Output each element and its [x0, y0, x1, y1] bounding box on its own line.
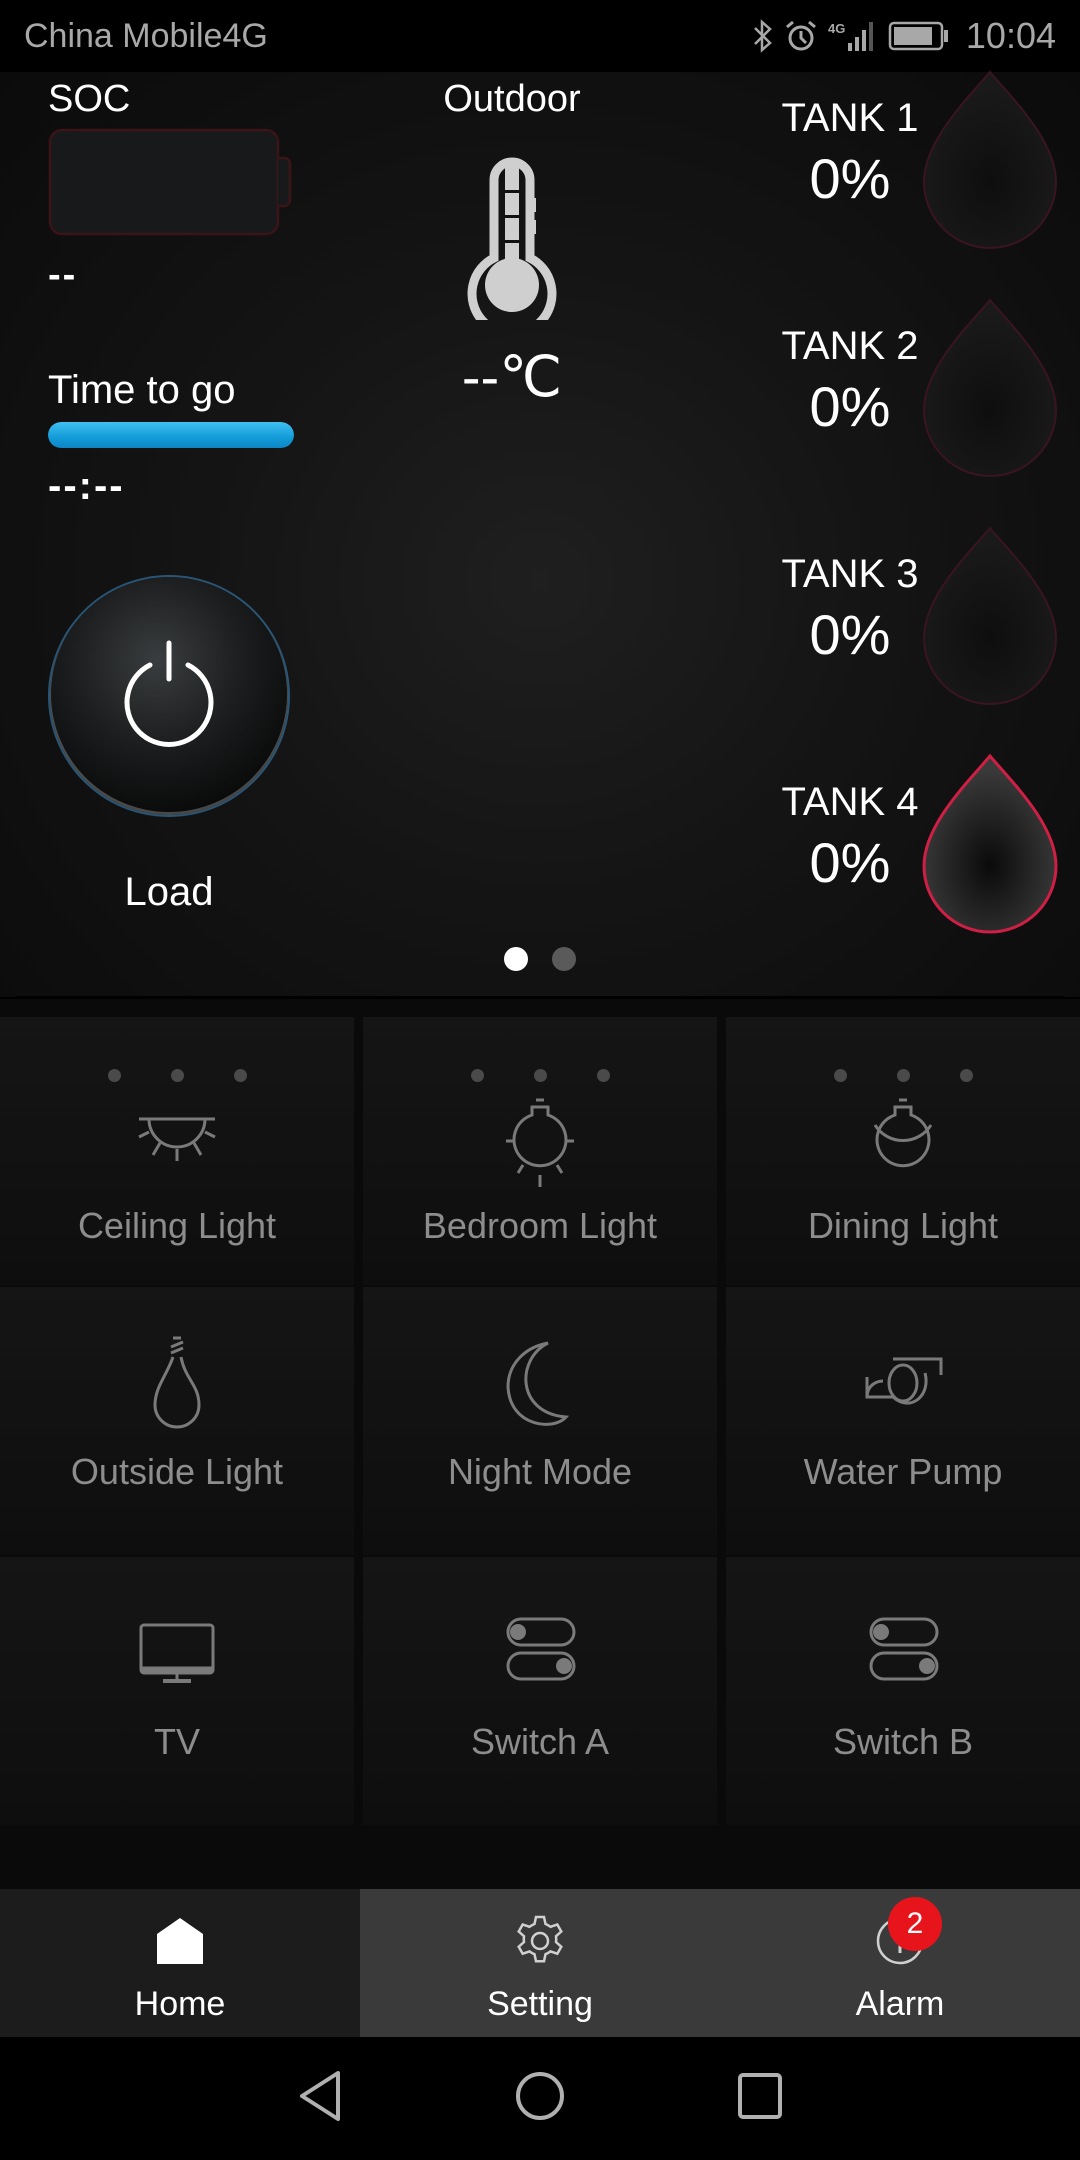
device-label: Ceiling Light [77, 1205, 277, 1246]
device-tile-water-pump[interactable]: Water Pump [726, 1287, 1080, 1555]
device-grid: Ceiling Light Bedroom Light Dining Light… [0, 999, 1080, 1889]
time-to-go-bar [48, 422, 294, 448]
device-tile-tv[interactable]: TV [0, 1557, 354, 1825]
tank-level: 0% [809, 603, 891, 666]
tank-3[interactable]: TANK 3 0% [740, 526, 1080, 752]
power-icon [124, 640, 214, 747]
soc-battery-gauge [48, 128, 292, 236]
tank-name: TANK 2 [781, 324, 919, 368]
time-to-go-label: Time to go [48, 368, 236, 412]
water-drop-icon [922, 526, 1058, 705]
toggle-switch-icon [506, 1617, 576, 1681]
water-drop-icon [922, 70, 1058, 249]
clock: 10:04 [965, 15, 1056, 56]
tank-name: TANK 1 [781, 96, 919, 140]
device-tile-outside-light[interactable]: Outside Light [0, 1287, 354, 1555]
tab-setting[interactable]: Setting [360, 1889, 720, 2037]
outdoor-temperature: --℃ [461, 345, 563, 408]
tank-2[interactable]: TANK 2 0% [740, 298, 1080, 524]
page-indicator [0, 947, 1080, 971]
circle-home-icon [516, 2072, 564, 2120]
device-tile-night-mode[interactable]: Night Mode [363, 1287, 717, 1555]
device-label: Switch B [832, 1721, 974, 1762]
device-label: Outside Light [70, 1451, 284, 1492]
carrier-name: China Mobile4G [24, 16, 268, 55]
thermometer-icon [467, 157, 557, 320]
tank-name: TANK 4 [781, 780, 919, 824]
brightness-dots[interactable] [0, 1069, 354, 1082]
device-tile-ceiling-light[interactable]: Ceiling Light [0, 1017, 354, 1285]
battery-icon [888, 21, 950, 51]
load-label: Load [124, 870, 214, 914]
tab-home[interactable]: Home [0, 1889, 360, 2037]
device-label: Bedroom Light [422, 1205, 658, 1246]
tab-label: Setting [487, 1985, 593, 2023]
device-tile-switch-a[interactable]: Switch A [363, 1557, 717, 1825]
tab-label: Alarm [855, 1985, 945, 2023]
alarm-count-badge: 2 [888, 1897, 942, 1951]
load-power-button[interactable] [50, 577, 288, 815]
home-icon [157, 1918, 203, 1964]
square-recents-icon [738, 2073, 782, 2119]
gear-icon [517, 1915, 563, 1963]
device-label: Switch A [470, 1721, 610, 1762]
dashboard-panel[interactable]: SOC -- Time to go --:-- Load Outdoor --℃… [0, 70, 1080, 997]
ceiling-light-icon [138, 1117, 216, 1161]
tank-name: TANK 3 [781, 552, 919, 596]
tank-level: 0% [809, 831, 891, 894]
time-to-go-fill [48, 422, 294, 448]
system-nav-bar [0, 2037, 1080, 2160]
back-icon [300, 2071, 340, 2121]
tank-level: 0% [809, 147, 891, 210]
home-system-button[interactable] [514, 2070, 566, 2127]
back-button[interactable] [296, 2069, 344, 2128]
outside-bulb-icon [153, 1336, 201, 1429]
device-tile-bedroom-light[interactable]: Bedroom Light [363, 1017, 717, 1285]
pendant-bulb-icon [873, 1098, 933, 1168]
signal-icon: 4G [828, 19, 878, 53]
alarm-clock-icon [784, 19, 818, 53]
recents-button[interactable] [736, 2071, 784, 2126]
tv-icon [139, 1623, 215, 1683]
device-label: Water Pump [803, 1451, 1003, 1492]
page-dot-active[interactable] [504, 947, 528, 971]
brightness-dots[interactable] [363, 1069, 717, 1082]
moon-icon [506, 1341, 570, 1426]
water-drop-icon [922, 298, 1058, 477]
bluetooth-icon [752, 19, 774, 53]
device-tile-dining-light[interactable]: Dining Light [726, 1017, 1080, 1285]
device-tile-switch-b[interactable]: Switch B [726, 1557, 1080, 1825]
page-dot[interactable] [552, 947, 576, 971]
pump-icon [865, 1357, 943, 1405]
outdoor-label: Outdoor [443, 78, 581, 120]
tank-1[interactable]: TANK 1 0% [740, 70, 1080, 296]
device-label: Night Mode [447, 1451, 633, 1492]
toggle-switch-icon [869, 1617, 939, 1681]
brightness-dots[interactable] [726, 1069, 1080, 1082]
device-label: TV [153, 1721, 200, 1762]
tank-level: 0% [809, 375, 891, 438]
network-type: 4G [828, 21, 845, 36]
soc-value: -- [48, 254, 78, 296]
bulb-icon [506, 1098, 574, 1187]
status-bar: China Mobile4G 4G 10:04 [0, 0, 1080, 72]
device-label: Dining Light [807, 1205, 999, 1246]
soc-label: SOC [48, 78, 131, 120]
time-to-go-value: --:-- [48, 464, 125, 508]
water-drop-icon [922, 753, 1058, 934]
tab-label: Home [134, 1985, 226, 2023]
